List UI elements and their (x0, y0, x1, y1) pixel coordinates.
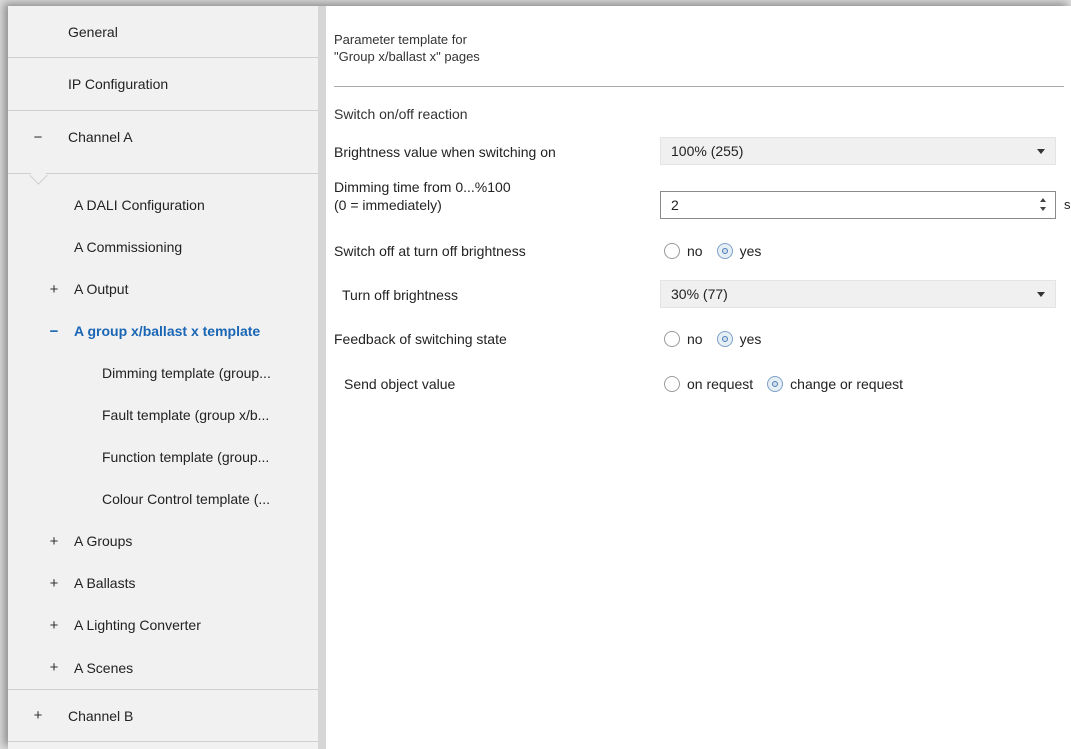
radio-label-no[interactable]: no (687, 331, 703, 347)
send-object-radio-group: on request change or request (664, 376, 917, 392)
brightness-on-select[interactable]: 100% (255) (660, 137, 1056, 165)
decrement-arrow-icon[interactable] (1040, 207, 1046, 211)
sidebar-item-label: Function template (group... (102, 449, 270, 465)
sidebar-item-label: A Commissioning (74, 239, 183, 255)
radio-yes[interactable] (716, 331, 733, 347)
page-title-line: Parameter template for (334, 32, 467, 47)
expand-icon[interactable]: + (44, 575, 64, 592)
label-line: (0 = immediately) (334, 197, 442, 213)
sidebar-item-channel-b[interactable]: + Channel B (8, 690, 318, 742)
radio-label-yes[interactable]: yes (740, 331, 762, 347)
turn-off-brightness-select[interactable]: 30% (77) (660, 280, 1056, 308)
radio-no[interactable] (664, 331, 680, 347)
sidebar-nav: General IP Configuration − Channel A A D… (8, 6, 326, 749)
sidebar-item-a-output[interactable]: + A Output (8, 268, 318, 310)
sidebar-item-fault-template[interactable]: Fault template (group x/b... (8, 394, 318, 436)
radio-label-no[interactable]: no (687, 243, 703, 259)
sidebar-item-label: A Groups (74, 533, 133, 549)
radio-label-yes[interactable]: yes (740, 243, 762, 259)
sidebar-item-label: A Output (74, 281, 129, 297)
chevron-down-icon (1037, 149, 1045, 154)
send-object-label: Send object value (344, 376, 456, 392)
sidebar-item-label: A group x/ballast x template (74, 323, 261, 339)
sidebar-item-a-lighting-converter[interactable]: + A Lighting Converter (8, 604, 318, 646)
sidebar-item-label: A DALI Configuration (74, 197, 205, 213)
radio-label-change-or-request[interactable]: change or request (790, 376, 903, 392)
stepper-buttons (1039, 195, 1049, 215)
switch-off-label: Switch off at turn off brightness (334, 243, 526, 259)
brightness-on-label: Brightness value when switching on (334, 144, 556, 160)
page-title: Parameter template for "Group x/ballast … (334, 31, 480, 65)
switch-off-radio-group: no yes (664, 243, 775, 259)
sidebar-item-label: A Lighting Converter (74, 617, 201, 633)
radio-on-request[interactable] (664, 376, 680, 392)
section-title: Switch on/off reaction (334, 106, 468, 122)
sidebar-item-a-commissioning[interactable]: A Commissioning (8, 226, 318, 268)
title-divider (334, 86, 1064, 87)
sidebar-item-a-group-ballast-template[interactable]: − A group x/ballast x template (8, 310, 318, 352)
expand-icon[interactable]: + (28, 707, 48, 724)
sidebar-item-a-groups[interactable]: + A Groups (8, 520, 318, 562)
sidebar-item-label: Dimming template (group... (102, 365, 271, 381)
parameter-panel: Parameter template for "Group x/ballast … (326, 6, 1071, 749)
expand-icon[interactable]: + (44, 617, 64, 634)
sidebar-item-label: Colour Control template (... (102, 491, 271, 507)
radio-label-on-request[interactable]: on request (687, 376, 753, 392)
radio-no[interactable] (664, 243, 680, 259)
sidebar-item-channel-a[interactable]: − Channel A (8, 111, 318, 174)
page-title-line: "Group x/ballast x" pages (334, 49, 480, 64)
collapse-icon[interactable]: − (28, 129, 48, 146)
sidebar-item-label: Fault template (group x/b... (102, 407, 270, 423)
sidebar-item-general[interactable]: General (8, 6, 318, 58)
app-window: General IP Configuration − Channel A A D… (8, 6, 1071, 749)
chevron-down-icon (1037, 292, 1045, 297)
sidebar-item-dimming-template[interactable]: Dimming template (group... (8, 352, 318, 394)
sidebar-item-label: A Ballasts (74, 575, 136, 591)
select-value: 100% (255) (671, 143, 744, 159)
sidebar-item-label: Channel B (68, 707, 134, 724)
dimming-time-stepper[interactable]: 2 (660, 191, 1056, 219)
feedback-label: Feedback of switching state (334, 331, 507, 347)
expand-icon[interactable]: + (44, 659, 64, 676)
sidebar-item-label: A Scenes (74, 659, 134, 676)
sidebar-item-label: General (68, 23, 118, 40)
sidebar-item-label: Channel A (68, 129, 133, 145)
dimming-time-unit: s (1064, 197, 1071, 212)
turn-off-brightness-label: Turn off brightness (342, 287, 458, 303)
sidebar-item-colour-control-template[interactable]: Colour Control template (... (8, 478, 318, 520)
collapse-icon[interactable]: − (44, 323, 64, 340)
radio-yes[interactable] (716, 243, 733, 259)
sidebar-item-function-template[interactable]: Function template (group... (8, 436, 318, 478)
sidebar-item-a-ballasts[interactable]: + A Ballasts (8, 562, 318, 604)
dimming-time-label: Dimming time from 0...%100 (0 = immediat… (334, 178, 511, 214)
radio-change-or-request[interactable] (767, 376, 784, 392)
sidebar-item-label: IP Configuration (68, 76, 169, 92)
feedback-radio-group: no yes (664, 331, 775, 347)
sidebar-item-ip-configuration[interactable]: IP Configuration (8, 58, 318, 111)
expand-icon[interactable]: + (44, 281, 64, 298)
sidebar-item-a-dali-configuration[interactable]: A DALI Configuration (8, 184, 318, 226)
select-value: 30% (77) (671, 286, 728, 302)
expand-icon[interactable]: + (44, 533, 64, 550)
stepper-value[interactable]: 2 (671, 197, 679, 213)
sidebar-item-a-scenes[interactable]: + A Scenes (8, 646, 318, 690)
increment-arrow-icon[interactable] (1040, 198, 1046, 202)
label-line: Dimming time from 0...%100 (334, 179, 511, 195)
